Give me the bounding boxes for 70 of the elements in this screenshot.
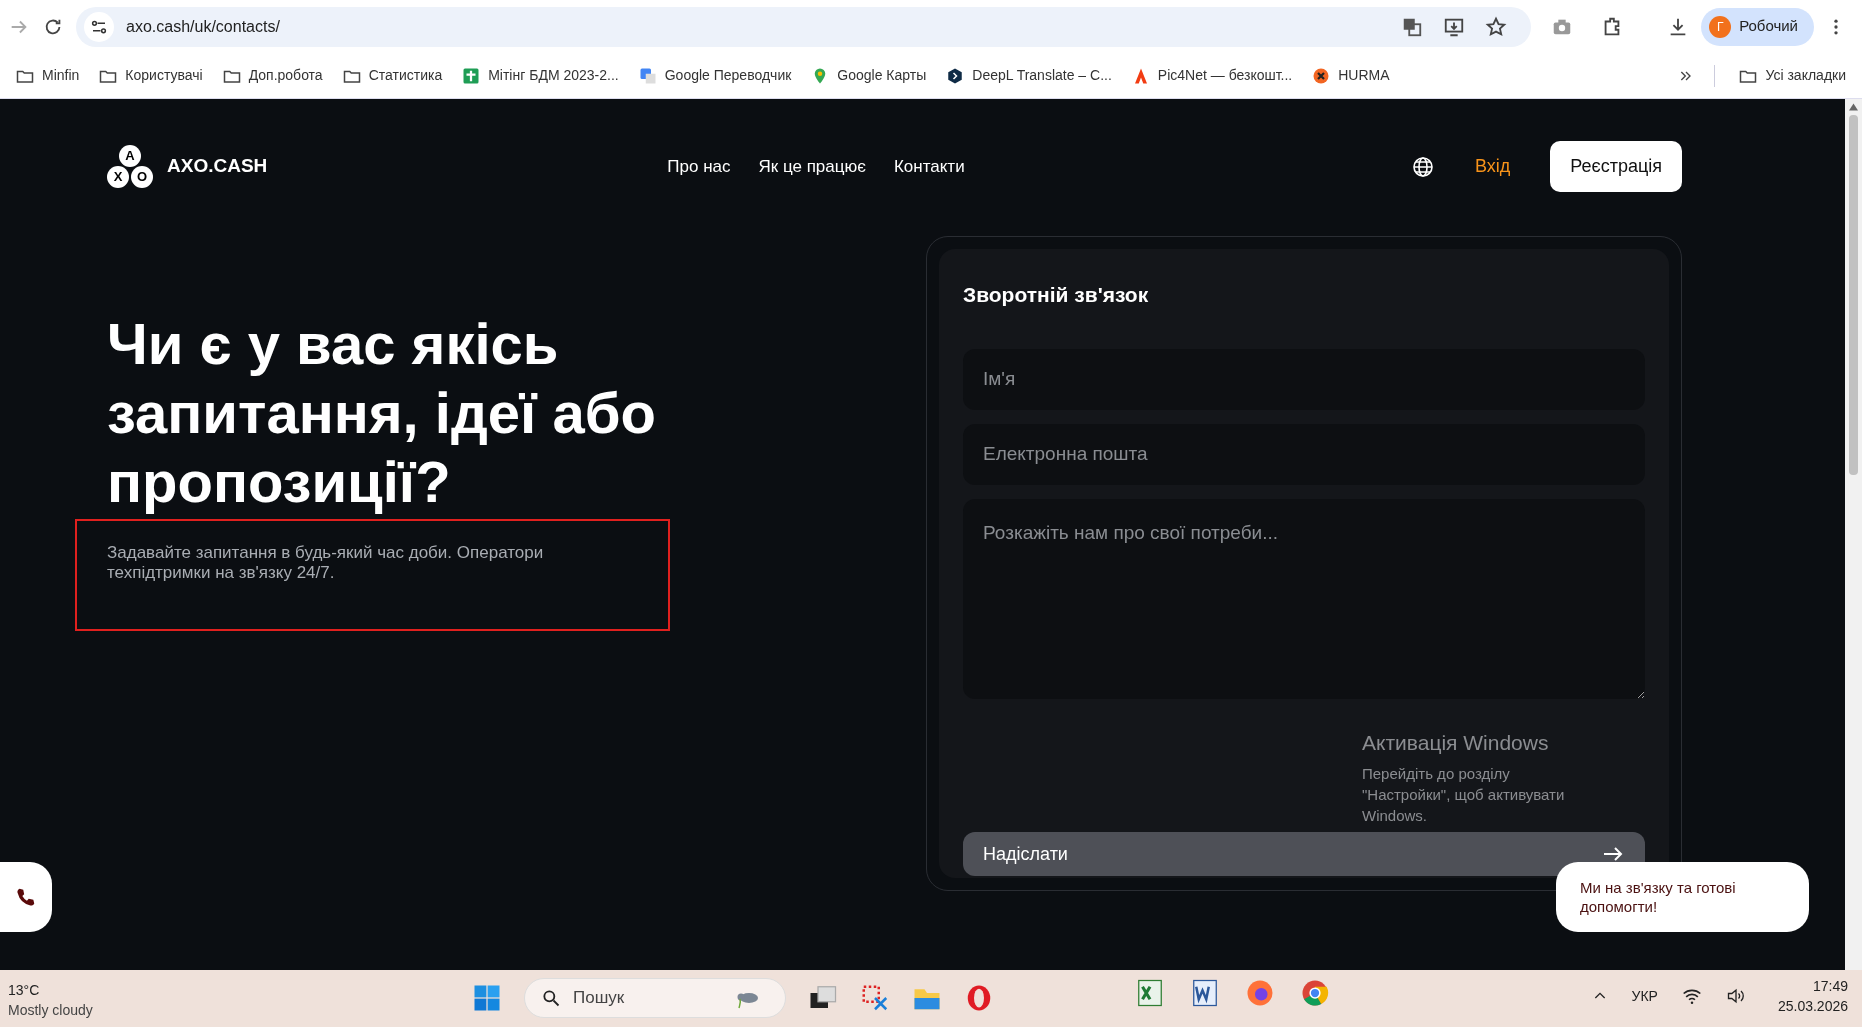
bookmark-item[interactable]: Доп.робота — [222, 65, 323, 86]
hexagon-icon — [946, 66, 965, 85]
bookmark-label: Усі закладки — [1765, 66, 1846, 85]
clock-date: 25.03.2026 — [1777, 997, 1848, 1016]
all-bookmarks[interactable]: Усі закладки — [1739, 65, 1846, 86]
message-field[interactable]: Розкажіть нам про свої потреби... — [963, 498, 1645, 699]
speaker-icon[interactable] — [1725, 986, 1746, 1006]
nav-link[interactable]: Контакти — [893, 153, 965, 180]
activation-title: Активація Windows — [1362, 730, 1550, 756]
register-button[interactable]: Реєстрація — [1550, 141, 1682, 192]
fox-browser-icon[interactable] — [1245, 978, 1275, 1008]
windows-start-icon[interactable] — [472, 983, 502, 1013]
page-subtitle: Задавайте запитання в будь-який час доби. Оператори техпідтримки на зв'язку 24/7. — [107, 543, 545, 583]
call-button[interactable] — [0, 862, 52, 932]
sheet-icon — [462, 66, 481, 85]
page-heading: Чи є у вас якісь запитання, ідеї або пропозиції? — [107, 310, 657, 516]
document-icon[interactable] — [1190, 978, 1220, 1008]
bookmark-label: HURMA — [1338, 66, 1390, 85]
bookmark-label: Google Карты — [837, 66, 927, 85]
spreadsheet-icon[interactable] — [1135, 978, 1165, 1008]
bookmark-label: Pic4Net — безкошт... — [1157, 66, 1293, 85]
address-bar[interactable]: axo.cash/uk/contacts/ — [76, 6, 1532, 47]
bookmark-item[interactable]: Google Карты — [811, 65, 927, 86]
weather-text: Mostly cloudy — [8, 1001, 93, 1020]
chrome-icon[interactable] — [1300, 978, 1330, 1008]
bookmark-item[interactable]: Користувачі — [99, 65, 203, 86]
bookmark-item[interactable]: Google Переводчик — [638, 65, 792, 86]
form-title: Зворотній зв'язок — [963, 282, 1150, 308]
bookmark-item[interactable]: Pic4Net — безкошт... — [1131, 65, 1293, 86]
login-link[interactable]: Вхід — [1474, 153, 1511, 180]
translate-icon — [638, 66, 657, 85]
bookmark-item[interactable]: HURMA — [1312, 65, 1390, 86]
bookmark-label: Доп.робота — [248, 66, 323, 85]
bookmark-item[interactable]: Minfin — [16, 65, 80, 86]
snipping-tool-icon[interactable] — [860, 983, 890, 1013]
taskbar-search[interactable]: Пошук — [524, 978, 786, 1018]
scroll-up-icon[interactable] — [1849, 103, 1858, 111]
input-field[interactable]: Ім'я — [963, 348, 1645, 410]
scrollbar[interactable] — [1845, 99, 1862, 970]
globe-icon[interactable] — [1410, 154, 1435, 179]
logo-mark: A X O — [107, 144, 155, 189]
bookmark-label: Google Переводчик — [664, 66, 792, 85]
chat-bubble[interactable]: Ми на зв'язку та готові допомогти! — [1556, 862, 1809, 932]
weather-temperature: 13°C — [8, 981, 41, 1000]
star-icon[interactable] — [1485, 15, 1508, 38]
bookmark-item[interactable]: Статистика — [342, 65, 443, 86]
profile-name: Робочий — [1739, 16, 1798, 37]
bookmark-label: Мітінг БДМ 2023-2... — [488, 66, 619, 85]
logo-text: AXO.CASH — [167, 154, 268, 179]
bookmark-label: Статистика — [368, 66, 443, 85]
bookmark-label: DeepL Translate – C... — [972, 66, 1112, 85]
url-text: axo.cash/uk/contacts/ — [126, 16, 280, 37]
nav-link[interactable]: Як це працює — [758, 153, 866, 180]
nav-link[interactable]: Про нас — [667, 153, 731, 180]
scroll-thumb[interactable] — [1849, 115, 1858, 475]
chat-bubble-text: Ми на зв'язку та готові допомогти! — [1580, 878, 1737, 916]
bookmark-label: Minfin — [42, 66, 80, 85]
clock-time: 17:49 — [1811, 977, 1848, 996]
phone-icon — [15, 886, 37, 908]
activation-text: Перейдіть до розділу "Настройки", щоб активувати Windows. — [1362, 763, 1566, 826]
language-indicator[interactable]: УКР — [1631, 985, 1658, 1007]
bookmark-item[interactable]: DeepL Translate – C... — [946, 65, 1112, 86]
avatar: Г — [1709, 15, 1732, 38]
hurma-icon — [1312, 66, 1331, 85]
search-icon — [541, 988, 561, 1008]
submit-button[interactable]: Надіслати — [963, 832, 1645, 876]
profile-button[interactable]: Г Робочий — [1701, 7, 1814, 46]
input-field[interactable]: Електронна пошта — [963, 423, 1645, 485]
bookmark-item[interactable]: Мітінг БДМ 2023-2... — [462, 65, 619, 86]
bookmark-label: Користувачі — [125, 66, 203, 85]
